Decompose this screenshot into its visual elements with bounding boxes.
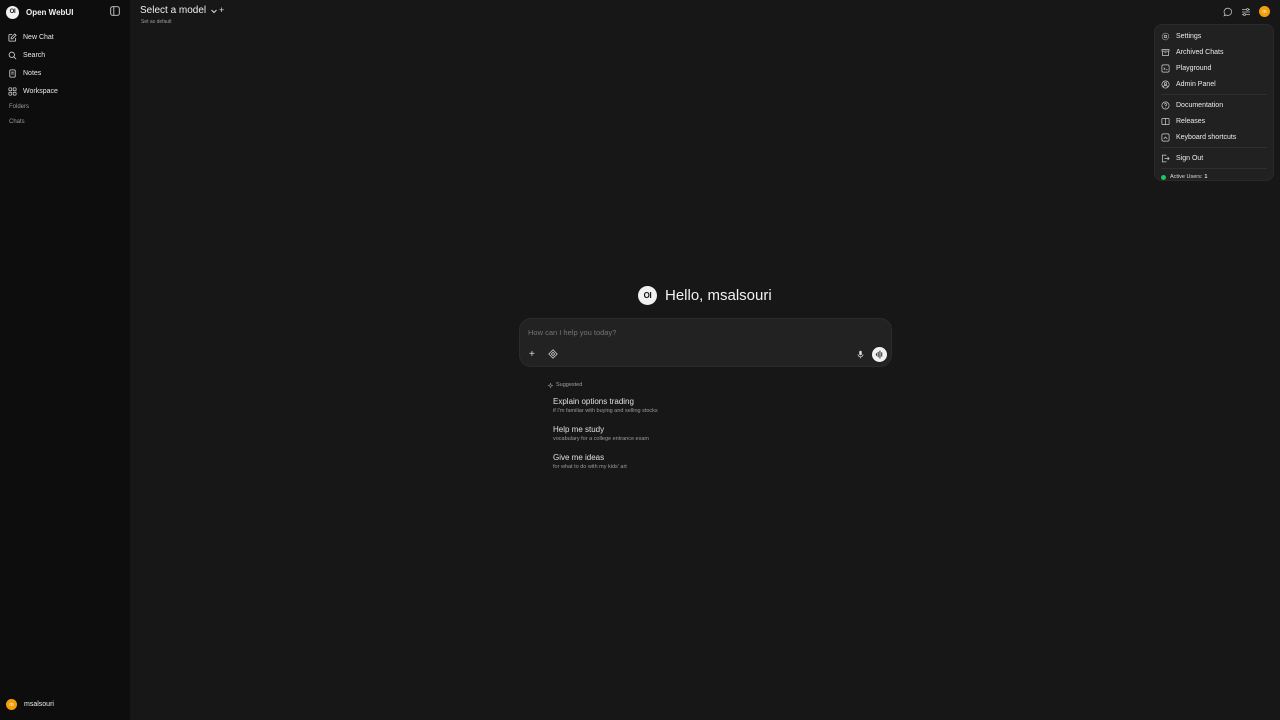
user-name: msalsouri bbox=[24, 701, 54, 708]
suggested-label: Suggested bbox=[548, 382, 582, 388]
audio-wave-icon bbox=[875, 350, 883, 359]
menu-item-label: Sign Out bbox=[1176, 154, 1204, 162]
sign-out-icon bbox=[1161, 154, 1170, 162]
sidebar-item-notes[interactable]: Notes bbox=[8, 64, 123, 82]
greeting-text: Hello, msalsouri bbox=[665, 287, 772, 304]
chat-bubble-icon[interactable] bbox=[1223, 7, 1233, 17]
question-icon bbox=[1161, 101, 1170, 109]
menu-item-label: Releases bbox=[1176, 117, 1206, 125]
menu-item-releases[interactable]: Releases bbox=[1161, 113, 1267, 129]
menu-item-label: Archived Chats bbox=[1176, 48, 1224, 56]
sidebar: OI Open WebUI New Chat Search Notes Work… bbox=[0, 0, 130, 720]
menu-item-sign-out[interactable]: Sign Out bbox=[1161, 150, 1267, 166]
sidebar-item-label: Notes bbox=[23, 69, 42, 77]
brand[interactable]: OI Open WebUI bbox=[6, 5, 73, 19]
active-users-count: 1 bbox=[1204, 174, 1208, 180]
model-logo: OI bbox=[638, 286, 657, 305]
suggestion-item[interactable]: Help me study vocabulary for a college e… bbox=[553, 425, 649, 442]
suggestion-subtitle: for what to do with my kids' art bbox=[553, 464, 627, 470]
sparkle-icon bbox=[548, 382, 553, 388]
menu-item-documentation[interactable]: Documentation bbox=[1161, 97, 1267, 113]
pencil-square-icon bbox=[8, 32, 17, 42]
brand-logo: OI bbox=[6, 5, 19, 19]
set-default-link[interactable]: Set as default bbox=[141, 19, 172, 25]
sidebar-toggle-icon[interactable] bbox=[110, 6, 120, 16]
suggestion-title: Explain options trading bbox=[553, 397, 634, 406]
keyboard-icon bbox=[1161, 133, 1170, 141]
menu-item-keyboard-shortcuts[interactable]: Keyboard shortcuts bbox=[1161, 129, 1267, 145]
message-composer: + bbox=[519, 318, 892, 367]
sidebar-item-label: Search bbox=[23, 51, 46, 59]
chats-section-label[interactable]: Chats bbox=[9, 119, 25, 125]
menu-divider bbox=[1161, 94, 1267, 95]
menu-item-label: Admin Panel bbox=[1176, 80, 1216, 88]
gear-icon bbox=[1161, 32, 1170, 40]
notes-icon bbox=[9, 68, 16, 78]
app-root: OI Open WebUI New Chat Search Notes Work… bbox=[0, 0, 1280, 720]
chevron-down-icon bbox=[211, 9, 218, 13]
search-icon bbox=[8, 51, 17, 59]
suggestion-item[interactable]: Explain options trading if I'm familiar … bbox=[553, 397, 658, 414]
add-attachment-button[interactable]: + bbox=[529, 349, 535, 360]
menu-item-settings[interactable]: Settings bbox=[1161, 28, 1267, 44]
voice-mode-button[interactable] bbox=[872, 347, 887, 362]
menu-item-label: Settings bbox=[1176, 32, 1202, 40]
active-users-label: Active Users: bbox=[1170, 174, 1203, 180]
sidebar-item-new-chat[interactable]: New Chat bbox=[8, 28, 123, 46]
suggestion-title: Help me study bbox=[553, 425, 605, 434]
sidebar-item-label: Workspace bbox=[23, 87, 58, 95]
suggestion-item[interactable]: Give me ideas for what to do with my kid… bbox=[553, 453, 627, 470]
user-circle-icon bbox=[1161, 80, 1170, 88]
sidebar-nav: New Chat Search Notes Workspace bbox=[8, 28, 123, 100]
tools-icon[interactable] bbox=[548, 349, 558, 359]
controls-sliders-icon[interactable] bbox=[1241, 7, 1251, 17]
menu-item-playground[interactable]: Playground bbox=[1161, 60, 1267, 76]
sidebar-item-label: New Chat bbox=[23, 33, 54, 41]
suggested-label-text: Suggested bbox=[556, 382, 583, 388]
greeting: OI Hello, msalsouri bbox=[638, 286, 772, 305]
microphone-icon[interactable] bbox=[856, 350, 865, 359]
suggestion-subtitle: if I'm familiar with buying and selling … bbox=[553, 408, 658, 414]
folders-section-label[interactable]: Folders bbox=[9, 104, 29, 110]
user-menu-dropdown: Settings Archived Chats Playground Admin… bbox=[1154, 24, 1274, 181]
user-avatar-button[interactable]: m bbox=[1259, 6, 1270, 17]
add-model-button[interactable]: + bbox=[219, 5, 224, 15]
sidebar-item-workspace[interactable]: Workspace bbox=[8, 82, 123, 100]
model-selector-label: Select a model bbox=[140, 5, 207, 16]
menu-item-label: Playground bbox=[1176, 64, 1212, 72]
code-icon bbox=[1161, 64, 1170, 72]
top-right-controls: m bbox=[1223, 6, 1270, 17]
model-selector[interactable]: Select a model bbox=[140, 5, 218, 16]
avatar: m bbox=[6, 699, 17, 710]
book-icon bbox=[1161, 117, 1170, 125]
sidebar-item-search[interactable]: Search bbox=[8, 46, 123, 64]
menu-item-archived-chats[interactable]: Archived Chats bbox=[1161, 44, 1267, 60]
sidebar-user[interactable]: m msalsouri bbox=[6, 699, 54, 710]
archive-icon bbox=[1161, 48, 1170, 56]
message-input[interactable] bbox=[528, 328, 858, 337]
suggestion-subtitle: vocabulary for a college entrance exam bbox=[553, 436, 649, 442]
brand-name: Open WebUI bbox=[26, 7, 74, 17]
menu-item-label: Documentation bbox=[1176, 101, 1224, 109]
online-status-dot bbox=[1161, 174, 1166, 180]
menu-divider bbox=[1161, 168, 1267, 169]
menu-item-admin-panel[interactable]: Admin Panel bbox=[1161, 76, 1267, 92]
suggestion-title: Give me ideas bbox=[553, 453, 605, 462]
menu-divider bbox=[1161, 147, 1267, 148]
active-users-status: Active Users: 1 bbox=[1161, 171, 1267, 183]
workspace-icon bbox=[8, 87, 17, 95]
menu-item-label: Keyboard shortcuts bbox=[1176, 133, 1237, 141]
